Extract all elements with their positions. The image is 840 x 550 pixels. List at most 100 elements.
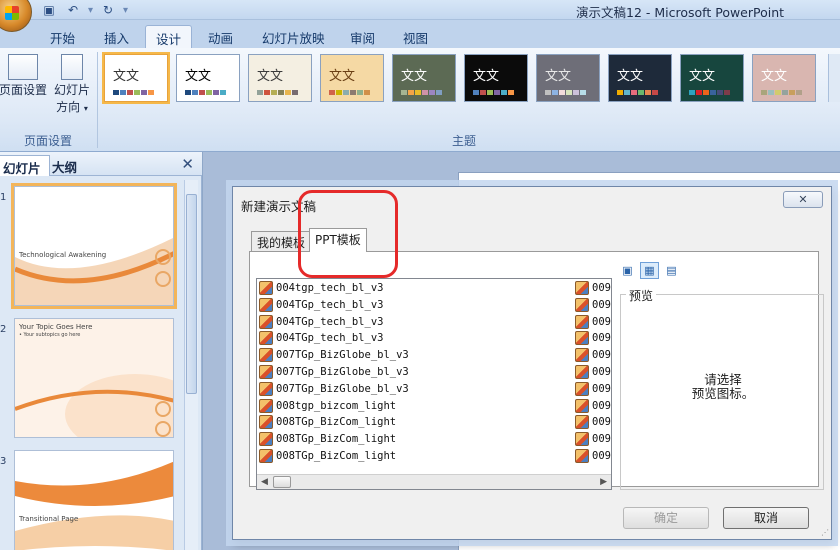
close-icon[interactable]: ✕ (181, 155, 194, 173)
redo-icon[interactable]: ↻ (99, 2, 117, 18)
pptx-file-icon (575, 449, 589, 463)
view-mode-buttons: ▣ ▦ ▤ (618, 262, 681, 279)
template-file-item[interactable]: 009 (575, 431, 611, 447)
customize-toolbar-icon[interactable]: ▾ (123, 5, 128, 16)
theme-color-swatches (473, 90, 514, 95)
large-icons-view-icon[interactable]: ▣ (618, 262, 637, 279)
slide-orientation-label-line1: 幻灯片 (53, 83, 90, 97)
list-view-icon[interactable]: ▦ (640, 262, 659, 279)
template-file-name: 004TGp_tech_bl_v3 (276, 332, 384, 345)
template-file-item[interactable]: 009 (575, 398, 611, 414)
scroll-right-icon[interactable]: ▶ (600, 475, 607, 489)
cancel-button[interactable]: 取消 (723, 507, 809, 529)
themes-scroll[interactable] (828, 54, 840, 102)
template-file-item[interactable]: 007TGp_BizGlobe_bl_v3 (259, 364, 409, 380)
tab-slide-show[interactable]: 幻灯片放映 (252, 25, 335, 48)
template-file-name: 004TGp_tech_bl_v3 (276, 298, 384, 311)
preview-box: 请选择 预览图标。 (620, 294, 824, 490)
theme-color-swatches (185, 90, 226, 95)
slide-thumbnail-3[interactable]: Transitional Page (14, 450, 174, 550)
slide-2-title: Your Topic Goes Here (19, 323, 93, 331)
tab-home[interactable]: 开始 (40, 25, 85, 48)
theme-thumbnail[interactable]: 文文 (176, 54, 240, 102)
template-file-item[interactable]: 007TGp_BizGlobe_bl_v3 (259, 381, 409, 397)
template-file-item[interactable]: 009 (575, 448, 611, 464)
scroll-left-icon[interactable]: ◀ (261, 475, 268, 489)
template-file-item[interactable]: 009 (575, 330, 611, 346)
scrollbar-thumb[interactable] (273, 476, 291, 488)
template-file-name: 009 (592, 332, 611, 345)
template-file-item[interactable]: 008TGp_BizCom_light (259, 431, 396, 447)
theme-thumbnail[interactable]: 文文 (464, 54, 528, 102)
tab-design[interactable]: 设计 (145, 25, 193, 48)
slide-orientation-button[interactable]: 幻灯片 方向 ▾ (50, 54, 94, 117)
template-file-item[interactable]: 009 (575, 297, 611, 313)
template-file-item[interactable]: 009 (575, 347, 611, 363)
theme-color-swatches (761, 90, 802, 95)
theme-thumbnail[interactable]: 文文 (752, 54, 816, 102)
close-button[interactable]: ✕ (783, 191, 823, 208)
tab-view[interactable]: 视图 (393, 25, 438, 48)
template-file-item[interactable]: 007TGp_BizGlobe_bl_v3 (259, 347, 409, 363)
pptx-file-icon (259, 331, 273, 346)
template-file-name: 009 (592, 366, 611, 378)
ribbon-body: 页面设置 幻灯片 方向 ▾ 页面设置 文文 文文 文文 文文 文文 文文 文文 文文 文文 文文 … (0, 48, 840, 152)
pptx-file-icon (259, 365, 273, 379)
template-file-item[interactable]: 009 (575, 414, 611, 430)
template-file-item[interactable]: 004TGp_tech_bl_v3 (259, 297, 383, 313)
theme-color-swatches (689, 90, 730, 95)
tab-review[interactable]: 审阅 (340, 25, 385, 48)
template-file-item[interactable]: 009 (575, 314, 611, 330)
tab-animations[interactable]: 动画 (198, 25, 243, 48)
theme-thumbnail[interactable]: 文文 (680, 54, 744, 102)
template-file-item[interactable]: 008TGp_BizCom_light (259, 448, 396, 464)
theme-thumbnail[interactable]: 文文 (536, 54, 600, 102)
theme-thumbnail[interactable]: 文文 (102, 52, 170, 104)
ok-button[interactable]: 确定 (623, 507, 709, 529)
undo-dropdown-icon[interactable]: ▾ (88, 5, 93, 16)
pptx-file-icon (259, 415, 273, 430)
template-file-item[interactable]: 004tgp_tech_bl_v3 (259, 280, 383, 296)
template-file-item[interactable]: 009 (575, 280, 611, 296)
theme-thumbnail[interactable]: 文文 (608, 54, 672, 102)
resize-grip-icon[interactable]: ⋰ (821, 528, 829, 537)
slide-1-title: Technological Awakening (19, 251, 107, 259)
template-file-list[interactable]: ◀ ▶ 004tgp_tech_bl_v3 004TGp_tech_bl_v3 00… (256, 278, 612, 490)
slide-thumbnail-2[interactable]: Your Topic Goes Here • Your subtopics go… (14, 318, 174, 438)
tab-outline[interactable]: 大纲 (44, 155, 85, 176)
template-file-name: 009 (592, 382, 611, 395)
template-file-item[interactable]: 009 (575, 364, 611, 380)
template-file-name: 004TGp_tech_bl_v3 (276, 315, 384, 328)
slide-3-title: Transitional Page (19, 515, 79, 523)
slides-pane-scrollbar[interactable] (184, 180, 198, 550)
theme-thumbnail[interactable]: 文文 (392, 54, 456, 102)
details-view-icon[interactable]: ▤ (662, 262, 681, 279)
theme-sample-text: 文文 (545, 69, 572, 84)
template-file-name: 009 (592, 399, 611, 412)
scrollbar-thumb[interactable] (186, 194, 197, 394)
quick-access-toolbar: ▣ ↶ ▾ ↻ ▾ (40, 1, 128, 19)
theme-color-swatches (329, 90, 370, 95)
template-file-name: 009 (592, 298, 611, 311)
page-setup-button[interactable]: 页面设置 (0, 54, 48, 99)
slide-thumbnail-1[interactable]: Technological Awakening (11, 183, 177, 309)
theme-sample-text: 文文 (761, 69, 788, 84)
pptx-file-icon (575, 415, 589, 430)
theme-sample-text: 文文 (401, 69, 428, 84)
undo-icon[interactable]: ↶ (64, 2, 82, 18)
template-file-item[interactable]: 004TGp_tech_bl_v3 (259, 314, 383, 330)
template-file-item[interactable]: 004TGp_tech_bl_v3 (259, 330, 383, 346)
theme-thumbnail[interactable]: 文文 (320, 54, 384, 102)
template-file-name: 007TGp_BizGlobe_bl_v3 (276, 366, 409, 378)
tab-insert[interactable]: 插入 (94, 25, 139, 48)
pptx-file-icon (259, 281, 273, 295)
theme-color-swatches (113, 90, 154, 95)
theme-thumbnail[interactable]: 文文 (248, 54, 312, 102)
template-file-item[interactable]: 008tgp_bizcom_light (259, 398, 396, 414)
pptx-file-icon (259, 449, 273, 463)
template-file-item[interactable]: 009 (575, 381, 611, 397)
tab-slides[interactable]: 幻灯片 (0, 155, 50, 176)
file-list-horizontal-scrollbar[interactable]: ◀ ▶ (257, 474, 611, 489)
save-icon[interactable]: ▣ (40, 2, 58, 18)
template-file-item[interactable]: 008TGp_BizCom_light (259, 414, 396, 430)
